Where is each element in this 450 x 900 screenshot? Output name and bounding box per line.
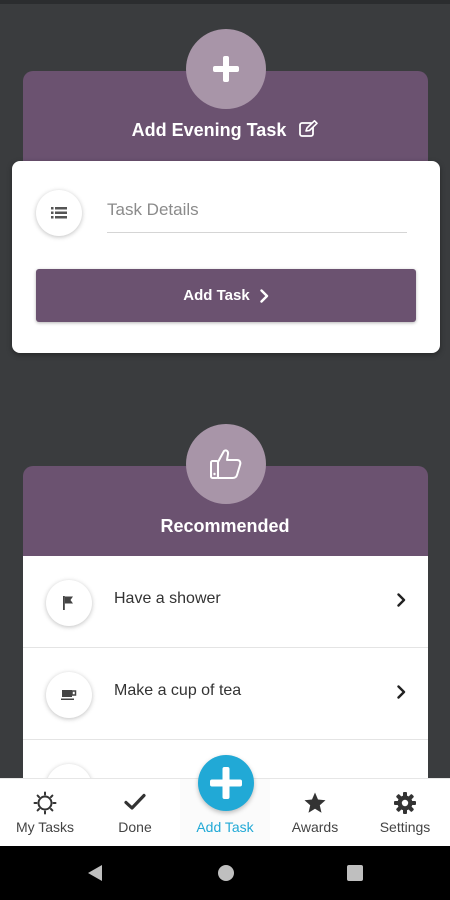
add-task-button[interactable]: Add Task xyxy=(36,269,416,322)
chevron-right-icon xyxy=(260,288,268,303)
add-badge xyxy=(186,29,266,109)
recommended-icon-circle xyxy=(46,672,92,718)
flag-icon xyxy=(63,596,73,610)
list-icon xyxy=(51,207,67,219)
nav-my-tasks[interactable]: My Tasks xyxy=(0,779,90,846)
home-icon[interactable] xyxy=(217,863,235,883)
thumbs-up-icon xyxy=(210,449,242,479)
system-nav-bar xyxy=(0,846,450,900)
nav-label: Settings xyxy=(379,819,431,835)
recommended-item-shower[interactable]: Have a shower xyxy=(23,556,428,648)
nav-done[interactable]: Done xyxy=(90,779,180,846)
recommended-item-tea[interactable]: Make a cup of tea xyxy=(23,648,428,740)
chevron-right-icon xyxy=(397,685,406,699)
recommended-icon-circle xyxy=(46,764,92,778)
add-task-card: Add Task xyxy=(12,161,440,353)
plus-icon xyxy=(213,56,239,82)
add-task-button-label: Add Task xyxy=(183,287,250,304)
task-details-input[interactable] xyxy=(107,193,407,233)
add-task-fab[interactable] xyxy=(198,755,254,811)
plus-circle-icon xyxy=(210,767,242,799)
nav-label: Add Task xyxy=(196,819,254,835)
nav-label: My Tasks xyxy=(15,819,75,835)
add-task-title: Add Evening Task xyxy=(0,120,450,141)
nav-label: Done xyxy=(118,819,152,835)
nav-label: Awards xyxy=(291,819,339,835)
recommended-title: Recommended xyxy=(160,516,290,536)
recommended-item-label: Make a cup of tea xyxy=(114,682,242,699)
edit-icon xyxy=(299,120,319,137)
sun-icon xyxy=(33,791,57,815)
recommended-icon-circle xyxy=(46,580,92,626)
add-task-title-text: Add Evening Task xyxy=(131,120,287,140)
gear-icon xyxy=(394,792,416,814)
recommended-list: Have a shower Make a cup of tea xyxy=(23,556,428,778)
recents-icon[interactable] xyxy=(346,863,364,883)
nav-awards[interactable]: Awards xyxy=(270,779,360,846)
chevron-right-icon xyxy=(397,593,406,607)
status-bar xyxy=(0,0,450,4)
cup-icon xyxy=(61,690,77,700)
nav-settings[interactable]: Settings xyxy=(360,779,450,846)
star-icon xyxy=(304,792,326,813)
task-field-icon-circle xyxy=(36,190,82,236)
check-icon xyxy=(124,793,146,810)
recommended-item-label: Have a shower xyxy=(114,590,221,607)
back-icon[interactable] xyxy=(86,863,104,883)
recommended-badge xyxy=(186,424,266,504)
